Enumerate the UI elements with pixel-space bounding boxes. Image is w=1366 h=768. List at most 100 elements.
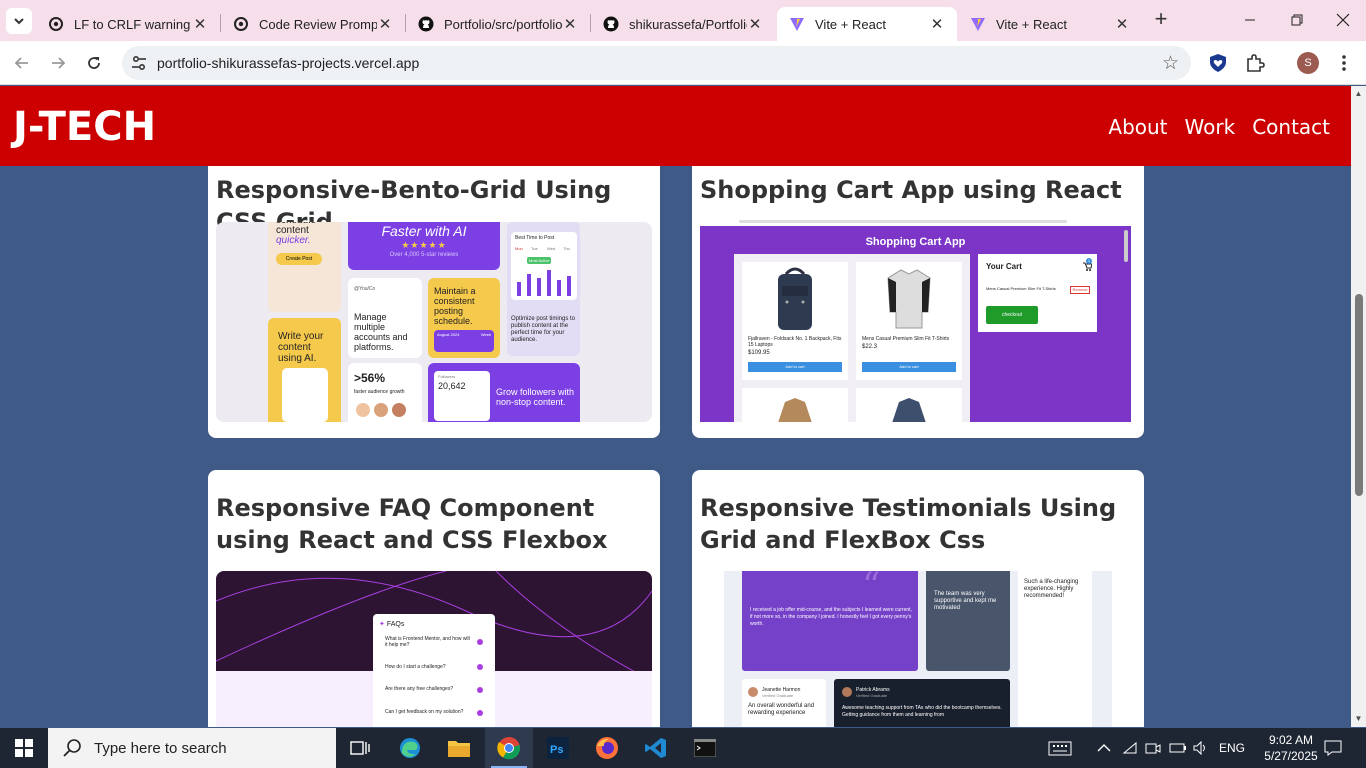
keyboard-indicator[interactable] xyxy=(1048,728,1072,768)
back-button[interactable] xyxy=(10,51,34,75)
bookmark-star-icon[interactable]: ☆ xyxy=(1162,52,1179,75)
star-rating-icon: ★★★★★ xyxy=(401,240,447,250)
notification-center-button[interactable] xyxy=(1324,728,1342,768)
minimize-button[interactable] xyxy=(1235,6,1265,34)
browser-tab-6[interactable]: Vite + React ✕ xyxy=(958,7,1142,41)
project-preview-bento[interactable]: schedule content quicker. Create Post Wr… xyxy=(216,222,652,422)
bento-text: August 2024 xyxy=(437,332,460,337)
close-icon[interactable]: ✕ xyxy=(747,15,763,33)
chart-mock: Best Time to Post Mon Tue Wed Thu Most A… xyxy=(511,232,577,300)
bento-tile-manage: @You/Co Manage multiple accounts and pla… xyxy=(348,278,422,358)
vite-icon xyxy=(790,18,804,31)
bento-text: Faster with AI xyxy=(381,223,467,239)
scroll-down-icon[interactable]: ▼ xyxy=(1354,714,1363,723)
project-card-bento[interactable]: Responsive-Bento-Grid Using CSS Grid sch… xyxy=(208,146,660,438)
password-manager-button[interactable] xyxy=(1206,51,1230,75)
windows-logo-icon xyxy=(15,739,33,757)
meet-now-indicator[interactable] xyxy=(1145,728,1161,768)
close-icon[interactable]: ✕ xyxy=(1114,15,1130,33)
network-indicator[interactable] xyxy=(1122,728,1138,768)
file-explorer-app[interactable] xyxy=(435,728,483,768)
project-preview-shopping-cart[interactable]: Shopping Cart App Fjallraven - Foldsack … xyxy=(700,226,1131,422)
browser-tab-3[interactable]: Portfolio/src/portfolio ✕ xyxy=(406,7,590,41)
address-bar[interactable]: portfolio-shikurassefas-projects.vercel.… xyxy=(122,46,1191,80)
tab-title: Vite + React xyxy=(815,16,886,32)
project-card-shopping-cart[interactable]: Shopping Cart App using React Shopping C… xyxy=(692,146,1144,438)
browser-tab-5-active[interactable]: Vite + React ✕ xyxy=(777,7,957,41)
start-button[interactable] xyxy=(0,728,48,768)
forward-button[interactable] xyxy=(46,51,70,75)
close-window-button[interactable] xyxy=(1328,6,1358,34)
notification-icon xyxy=(1324,740,1342,756)
url-text[interactable]: portfolio-shikurassefas-projects.vercel.… xyxy=(157,55,419,71)
bento-text: Thu xyxy=(563,246,570,251)
firefox-app[interactable] xyxy=(583,728,631,768)
profile-avatar[interactable]: S xyxy=(1297,52,1319,74)
project-preview-testimonials[interactable]: “ I received a job offer mid-course, and… xyxy=(724,571,1112,727)
browser-tab-1[interactable]: LF to CRLF warning ✕ xyxy=(36,7,220,41)
browser-tab-4[interactable]: shikurassefa/Portfolio ✕ xyxy=(591,7,775,41)
task-view-icon xyxy=(350,741,370,755)
faq-toggle-icon xyxy=(477,687,483,693)
nav-link-work[interactable]: Work xyxy=(1185,115,1236,139)
reload-button[interactable] xyxy=(82,51,106,75)
site-header: J-TECH About Work Contact xyxy=(0,86,1351,166)
scrollbar-thumb[interactable] xyxy=(1355,294,1363,496)
avatar xyxy=(748,687,758,697)
cart-count-badge: 1 xyxy=(1086,258,1092,264)
vscode-app[interactable] xyxy=(632,728,680,768)
system-clock[interactable]: 9:02 AM 5/27/2025 xyxy=(1256,732,1326,764)
taskbar-search-box[interactable]: Type here to search xyxy=(48,728,336,768)
nav-link-about[interactable]: About xyxy=(1108,115,1167,139)
tab-title: LF to CRLF warning xyxy=(74,16,191,32)
extensions-button[interactable] xyxy=(1243,51,1267,75)
edge-app[interactable] xyxy=(386,728,434,768)
browser-menu-button[interactable] xyxy=(1332,51,1356,75)
bento-tile-maintain: Maintain a consistent posting schedule. … xyxy=(428,278,500,358)
language-indicator[interactable]: ENG xyxy=(1219,728,1245,768)
browser-tab-2[interactable]: Code Review Prompt ✕ xyxy=(221,7,405,41)
close-icon[interactable]: ✕ xyxy=(192,15,208,33)
site-logo[interactable]: J-TECH xyxy=(13,104,156,150)
scroll-up-icon[interactable]: ▲ xyxy=(1354,89,1363,98)
project-preview-faq[interactable]: ✦ FAQs What is Frontend Mentor, and how … xyxy=(216,571,652,727)
cart-title: Your Cart xyxy=(986,262,1022,271)
browser-toolbar: portfolio-shikurassefas-projects.vercel.… xyxy=(0,41,1366,85)
clock-time: 9:02 AM xyxy=(1268,733,1314,747)
more-vert-icon xyxy=(1342,55,1346,71)
testimonial-card-1: “ I received a job offer mid-course, and… xyxy=(742,571,918,671)
project-title: Shopping Cart App using React xyxy=(700,176,1122,204)
close-icon[interactable]: ✕ xyxy=(562,15,578,33)
arrow-right-icon xyxy=(52,57,66,69)
vite-icon xyxy=(971,18,985,31)
faq-question: Can I get feedback on my solution? xyxy=(385,709,464,715)
close-icon[interactable]: ✕ xyxy=(377,15,393,33)
faq-title: ✦ FAQs xyxy=(379,620,404,628)
keyboard-icon xyxy=(1048,741,1072,756)
battery-indicator[interactable] xyxy=(1169,728,1187,768)
bento-text: Manage multiple accounts and platforms. xyxy=(354,312,408,352)
project-card-faq[interactable]: Responsive FAQ Component using React and… xyxy=(208,470,660,727)
volume-indicator[interactable] xyxy=(1193,728,1209,768)
testimonial-card-4: Jeanette Harmon Verified Graduate An ove… xyxy=(742,679,826,727)
bento-text: 20,642 xyxy=(438,381,466,391)
nav-link-contact[interactable]: Contact xyxy=(1252,115,1330,139)
photoshop-icon: Ps xyxy=(547,737,569,759)
photoshop-app[interactable]: Ps xyxy=(534,728,582,768)
tab-search-button[interactable] xyxy=(6,8,32,34)
terminal-app[interactable] xyxy=(681,728,729,768)
webcam-icon xyxy=(1145,743,1161,754)
page-scrollbar[interactable]: ▲ ▼ xyxy=(1351,86,1366,727)
close-icon[interactable]: ✕ xyxy=(929,15,945,33)
wifi-icon xyxy=(1122,741,1137,754)
quote-icon: “ xyxy=(862,571,881,607)
task-view-button[interactable] xyxy=(336,728,384,768)
chrome-app[interactable] xyxy=(485,728,533,768)
new-tab-button[interactable]: + xyxy=(1150,8,1172,30)
tray-overflow[interactable] xyxy=(1097,728,1111,768)
reload-icon xyxy=(88,57,100,69)
restore-button[interactable] xyxy=(1282,6,1312,34)
bento-text: Over 4,000 5-star reviews xyxy=(389,252,459,258)
project-card-testimonials[interactable]: Responsive Testimonials Using Grid and F… xyxy=(692,470,1144,727)
avatar xyxy=(392,403,406,417)
